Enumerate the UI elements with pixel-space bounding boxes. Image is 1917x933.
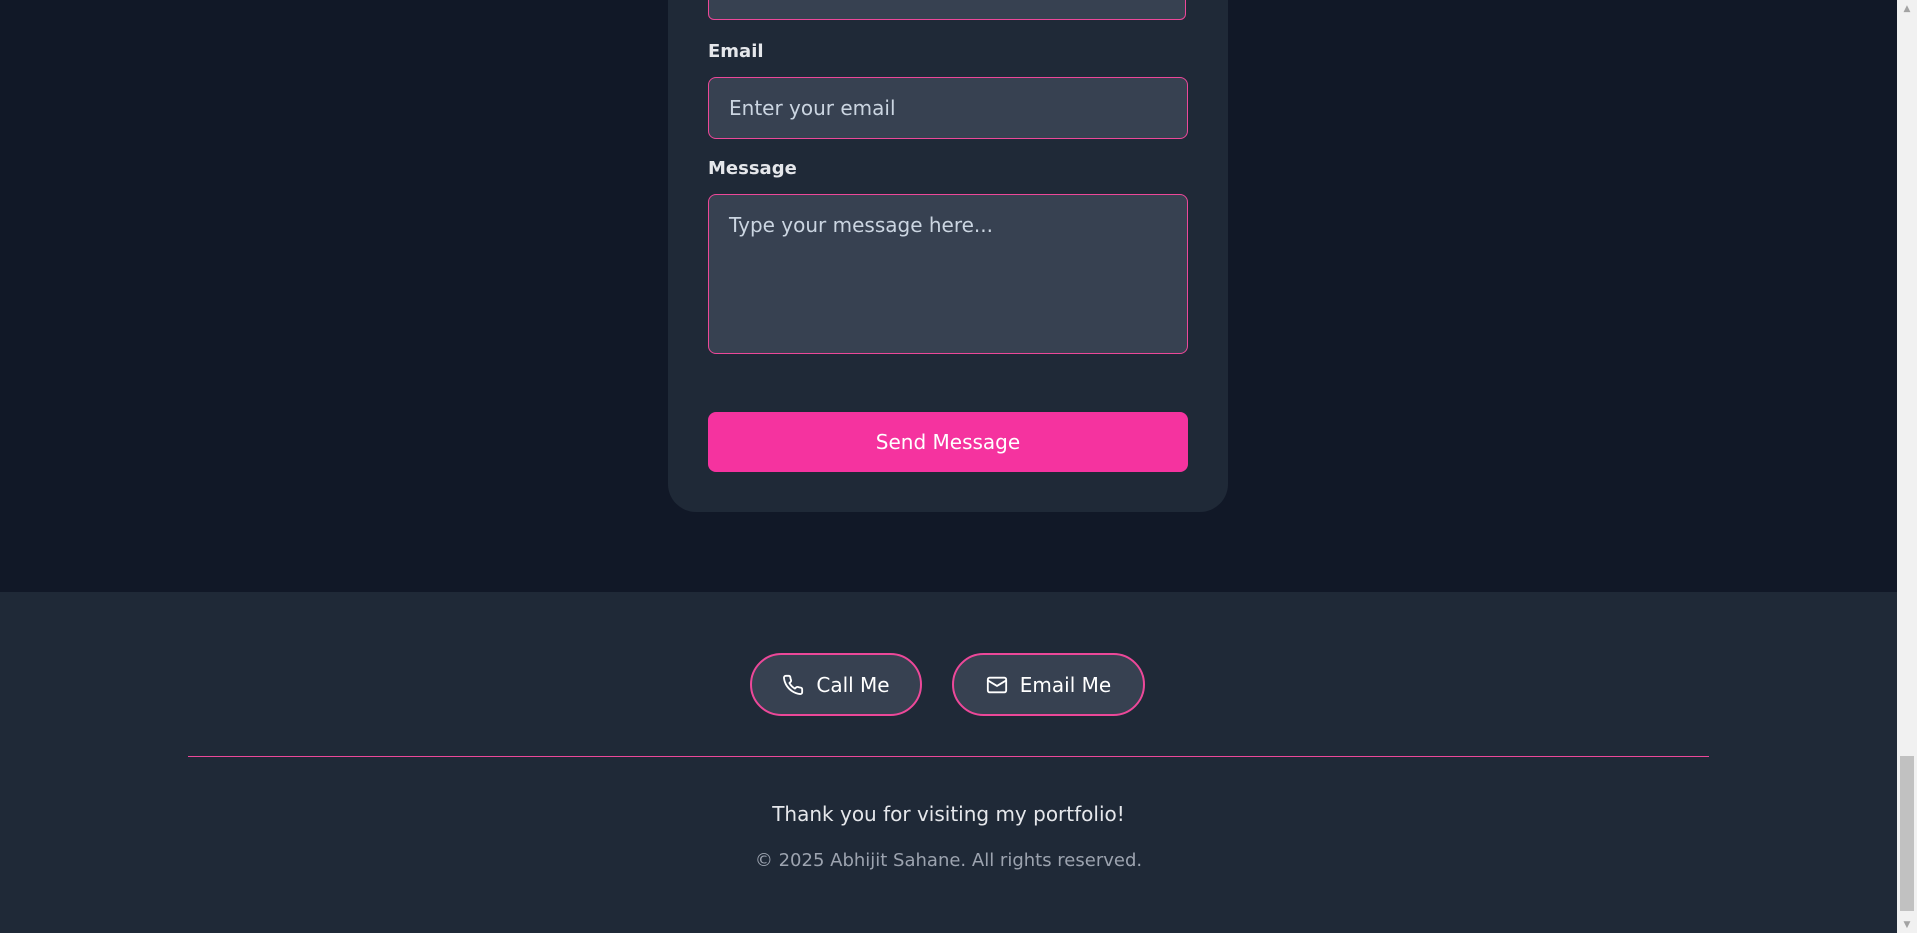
call-me-label: Call Me [816,672,890,697]
page: Email Message Send Message Call Me Email… [0,0,1897,933]
message-textarea[interactable] [708,194,1188,354]
scroll-up-arrow-icon[interactable]: ▲ [1897,0,1917,17]
email-label: Email [708,41,764,62]
footer-divider [188,756,1709,757]
footer: Call Me Email Me Thank you for visiting … [0,592,1897,933]
contact-form-card: Email Message Send Message [668,0,1228,512]
scroll-down-arrow-icon[interactable]: ▼ [1897,916,1917,933]
name-field-partial[interactable] [708,0,1186,20]
message-label: Message [708,158,797,179]
mail-icon [986,674,1008,696]
vertical-scrollbar[interactable]: ▲ ▼ [1897,0,1917,933]
call-me-button[interactable]: Call Me [750,653,922,716]
thanks-message: Thank you for visiting my portfolio! [772,802,1125,826]
phone-icon [782,674,804,696]
copyright-text: © 2025 Abhijit Sahane. All rights reserv… [754,850,1143,871]
scrollbar-thumb[interactable] [1900,756,1914,911]
email-me-button[interactable]: Email Me [952,653,1145,716]
email-me-label: Email Me [1019,672,1112,697]
email-field[interactable] [708,77,1188,139]
send-message-button[interactable]: Send Message [708,412,1188,472]
